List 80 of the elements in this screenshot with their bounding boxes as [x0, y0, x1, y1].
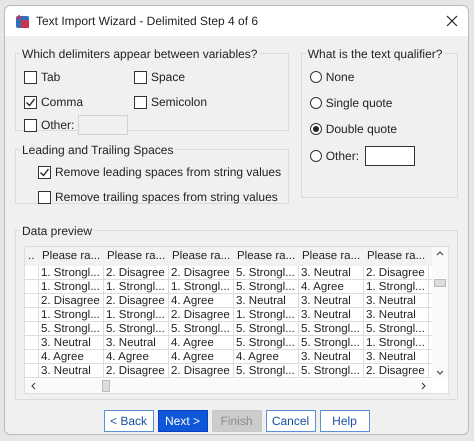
- table-cell: 4. Agree: [299, 280, 364, 293]
- check-icon: [39, 166, 50, 178]
- column-header: Please ra...: [236, 248, 296, 264]
- horizontal-scrollbar[interactable]: [25, 379, 432, 393]
- column-header: Please ra...: [301, 248, 362, 264]
- column-header: Please ra...: [366, 248, 426, 264]
- table-cell: 1. Strongl...: [234, 308, 299, 321]
- window-title: Text Import Wizard - Delimited Step 4 of 6: [36, 13, 260, 30]
- table-cell: 5. Strongl...: [234, 364, 299, 377]
- app-icon: [15, 14, 30, 28]
- column-header: Please ra...: [171, 248, 232, 264]
- checkbox[interactable]: Semicolon: [134, 93, 254, 111]
- table-cell: 5. Strongl...: [169, 322, 234, 335]
- radio-button[interactable]: None: [310, 68, 354, 86]
- table-cell: 2. Disagree: [39, 294, 104, 307]
- other-input-field[interactable]: [365, 146, 416, 166]
- table-cell: 1. Strongl...: [39, 266, 104, 279]
- dialog-button[interactable]: Help: [320, 410, 370, 432]
- table-cell: 2. Disagree: [104, 364, 169, 377]
- table-cell: 5. Strongl...: [234, 322, 299, 335]
- table-cell: 5. Strongl...: [234, 280, 299, 293]
- table-cell: 5. Strongl...: [39, 322, 104, 335]
- dialog-button[interactable]: < Back: [104, 410, 154, 432]
- checkbox[interactable]: Remove trailing spaces from string values: [38, 188, 288, 206]
- table-cell: 4. Agree: [104, 350, 169, 363]
- table-cell: 1. Strongl...: [104, 280, 169, 293]
- table-cell: 1. Strongl...: [39, 280, 104, 293]
- table-cell: 1. Strongl...: [104, 308, 169, 321]
- table-cell: 5. Strongl...: [299, 336, 364, 349]
- table-cell: 3. Neutral: [104, 336, 169, 349]
- checkbox[interactable]: Comma: [24, 93, 134, 111]
- table-cell: 3. Neutral: [364, 350, 429, 363]
- table-cell: 4. Agree: [39, 350, 104, 363]
- table-cell: 3. Neutral: [299, 350, 364, 363]
- checkbox[interactable]: Remove leading spaces from string values: [38, 163, 288, 181]
- check-icon: [25, 96, 36, 108]
- table-cell: 5. Strongl...: [364, 322, 429, 335]
- table-cell: 5. Strongl...: [234, 336, 299, 349]
- table-cell: 5. Strongl...: [234, 266, 299, 279]
- table-cell: 5. Strongl...: [104, 322, 169, 335]
- scroll-thumb[interactable]: [102, 380, 110, 392]
- table-cell: 3. Neutral: [299, 266, 364, 279]
- table-cell: 4. Agree: [169, 294, 234, 307]
- table-cell: 2. Disagree: [169, 364, 234, 377]
- table-cell: 2. Disagree: [169, 308, 234, 321]
- table-cell: 2. Disagree: [104, 266, 169, 279]
- column-header: Please ra...: [106, 248, 166, 264]
- table-cell: 5. Strongl...: [299, 364, 364, 377]
- scroll-thumb[interactable]: [434, 279, 446, 287]
- dialog-button[interactable]: Cancel: [266, 410, 316, 432]
- table-cell: 4. Agree: [169, 350, 234, 363]
- checkbox[interactable]: Tab: [24, 68, 134, 86]
- table-cell: 2. Disagree: [364, 266, 429, 279]
- table-cell: 1. Strongl...: [169, 280, 234, 293]
- table-cell: 3. Neutral: [364, 294, 429, 307]
- table-cell: 4. Agree: [234, 350, 299, 363]
- table-cell: 4. Agree: [169, 336, 234, 349]
- table-cell: 3. Neutral: [299, 308, 364, 321]
- table-cell: 1. Strongl...: [364, 280, 429, 293]
- radio-button[interactable]: Single quote: [310, 94, 392, 112]
- vertical-scrollbar[interactable]: [432, 247, 448, 379]
- table-cell: 3. Neutral: [364, 308, 429, 321]
- table-cell: 2. Disagree: [169, 266, 234, 279]
- table-cell: 2. Disagree: [104, 294, 169, 307]
- radio-button[interactable]: Double quote: [310, 120, 398, 138]
- table-cell: 3. Neutral: [39, 336, 104, 349]
- table-cell: 1. Strongl...: [39, 308, 104, 321]
- dialog-button[interactable]: Next >: [158, 410, 208, 432]
- table-cell: 3. Neutral: [39, 364, 104, 377]
- column-header: ..: [27, 248, 36, 264]
- table-cell: 1. Strongl...: [364, 336, 429, 349]
- table-cell: 5. Strongl...: [299, 322, 364, 335]
- table-cell: 3. Neutral: [234, 294, 299, 307]
- table-cell: 3. Neutral: [299, 294, 364, 307]
- column-header: Please ra...: [41, 248, 102, 264]
- checkbox[interactable]: Other:: [24, 116, 74, 134]
- close-icon[interactable]: [446, 15, 458, 27]
- table-cell: 2. Disagree: [364, 364, 429, 377]
- checkbox[interactable]: Space: [134, 68, 254, 86]
- radio-button[interactable]: Other:: [310, 147, 360, 165]
